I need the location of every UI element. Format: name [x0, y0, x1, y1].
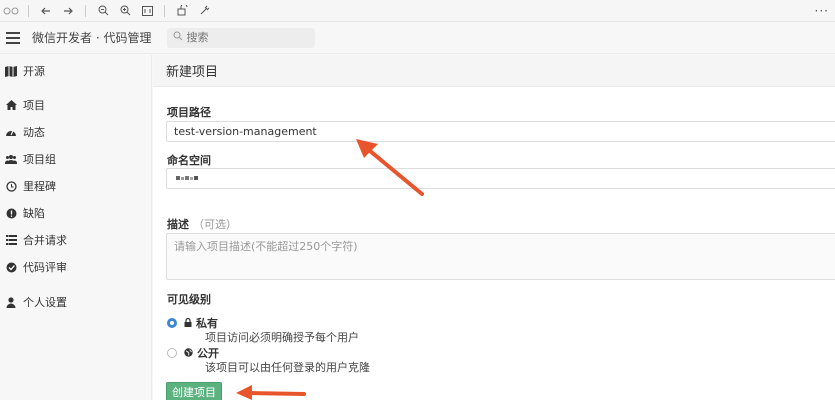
app-header: 微信开发者 · 代码管理 [0, 22, 835, 54]
markup-icon[interactable] [193, 0, 215, 22]
sidebar-item-label: 个人设置 [23, 296, 67, 309]
app-title: 微信开发者 · 代码管理 [32, 31, 152, 45]
fit-icon[interactable] [136, 0, 158, 22]
check-icon [5, 261, 17, 273]
description-textarea[interactable]: 请输入项目描述(不能超过250个字符) [166, 233, 835, 280]
page-title: 新建项目 [153, 55, 835, 87]
namespace-label: 命名空间 [167, 154, 211, 167]
sidebar-item-merge-requests[interactable]: 合并请求 [0, 229, 152, 251]
merge-icon [5, 234, 17, 246]
alert-icon [5, 207, 17, 219]
sidebar-item-milestones[interactable]: 里程碑 [0, 175, 152, 197]
description-label-text: 描述 [167, 218, 189, 231]
sidebar: 开源 项目 动态 项目组 里程碑 缺陷 合并请求 代码评审 个人设置 [0, 55, 152, 400]
main-content: 新建项目 项目路径 test-version-management 命名空间 描… [153, 55, 835, 400]
create-project-button[interactable]: 创建项目 [166, 382, 222, 400]
forward-icon[interactable] [57, 0, 79, 22]
sidebar-item-activity[interactable]: 动态 [0, 121, 152, 143]
window-dots-icon[interactable] [0, 0, 22, 22]
more-icon[interactable]: ··· [815, 0, 829, 22]
public-description: 该项目可以由任何登录的用户克隆 [205, 361, 370, 374]
search-box[interactable] [167, 27, 316, 48]
toolbar-divider [164, 4, 165, 17]
visibility-label: 可见级别 [167, 293, 211, 306]
sidebar-item-label: 里程碑 [23, 180, 56, 193]
sidebar-item-label: 项目 [23, 99, 45, 112]
project-path-field[interactable]: test-version-management [166, 121, 835, 142]
sidebar-item-label: 项目组 [23, 153, 56, 166]
dashboard-icon [5, 126, 17, 138]
zoom-in-icon[interactable] [114, 0, 136, 22]
namespace-obscured-icon [176, 172, 202, 185]
group-icon [5, 153, 17, 165]
sidebar-item-settings[interactable]: 个人设置 [0, 291, 152, 313]
map-icon [5, 65, 17, 77]
rotate-icon[interactable] [171, 0, 193, 22]
zoom-out-icon[interactable] [92, 0, 114, 22]
sidebar-item-label: 动态 [23, 126, 45, 139]
user-icon [5, 296, 17, 308]
sidebar-item-open-source[interactable]: 开源 [0, 60, 152, 82]
description-label: 描述 （可选） [167, 216, 237, 232]
project-path-value: test-version-management [174, 125, 317, 138]
sidebar-item-label: 合并请求 [23, 234, 67, 247]
public-radio[interactable] [167, 348, 177, 358]
viewer-toolbar: ··· [0, 0, 835, 22]
sidebar-item-label: 开源 [23, 65, 45, 78]
sidebar-item-code-review[interactable]: 代码评审 [0, 256, 152, 278]
private-radio[interactable] [167, 318, 177, 328]
globe-icon [184, 347, 197, 360]
clock-icon [5, 180, 17, 192]
lock-icon [184, 317, 196, 330]
back-icon[interactable] [35, 0, 57, 22]
sidebar-item-label: 缺陷 [23, 207, 45, 220]
private-description: 项目访问必须明确授予每个用户 [205, 331, 359, 344]
toolbar-divider [85, 4, 86, 17]
home-icon [5, 99, 17, 111]
description-optional-hint: （可选） [193, 218, 237, 231]
sidebar-item-groups[interactable]: 项目组 [0, 148, 152, 170]
sidebar-item-label: 代码评审 [23, 261, 67, 274]
hamburger-menu-icon[interactable] [6, 31, 20, 44]
search-input[interactable] [186, 31, 297, 44]
description-placeholder: 请输入项目描述(不能超过250个字符) [174, 240, 358, 253]
sidebar-item-projects[interactable]: 项目 [0, 94, 152, 116]
project-path-label: 项目路径 [167, 106, 211, 119]
search-icon [173, 31, 183, 44]
toolbar-divider [28, 4, 29, 17]
sidebar-item-issues[interactable]: 缺陷 [0, 202, 152, 224]
namespace-select[interactable] [166, 168, 835, 189]
